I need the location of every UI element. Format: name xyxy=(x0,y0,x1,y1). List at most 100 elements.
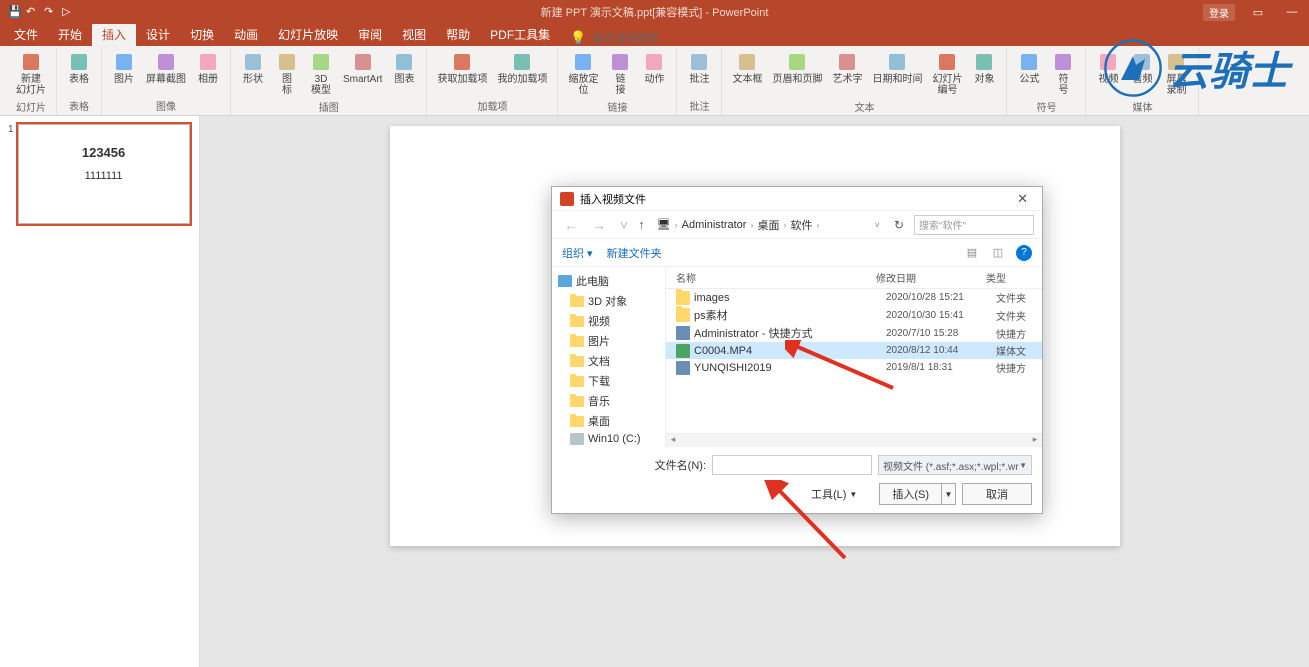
ribbon-button[interactable]: 艺术字 xyxy=(828,50,866,87)
ribbon-button[interactable]: SmartArt xyxy=(339,50,386,87)
help-icon[interactable]: ? xyxy=(1016,245,1032,261)
scroll-right-icon[interactable]: ▸ xyxy=(1028,434,1042,448)
ribbon-button[interactable]: 动作 xyxy=(638,50,670,87)
ribbon-button[interactable]: 页眉和页脚 xyxy=(768,50,826,87)
tab-transitions[interactable]: 切换 xyxy=(180,23,224,46)
file-date: 2020/10/30 15:41 xyxy=(886,310,996,321)
recent-dropdown-icon[interactable]: ˅ xyxy=(616,217,632,233)
tab-help[interactable]: 帮助 xyxy=(436,23,480,46)
ribbon-button[interactable]: 我的加载项 xyxy=(493,50,551,87)
ribbon-button[interactable]: 获取加载项 xyxy=(433,50,491,87)
insert-dropdown-icon[interactable]: ▼ xyxy=(942,483,956,505)
breadcrumb-dropdown-icon[interactable]: ˅ xyxy=(875,220,884,230)
file-row[interactable]: ps素材2020/10/30 15:41文件夹 xyxy=(666,306,1042,324)
tell-me-search[interactable]: 💡 操作说明搜索 xyxy=(560,30,658,46)
tree-item[interactable]: 此电脑 xyxy=(552,271,665,291)
forward-icon[interactable]: → xyxy=(588,217,610,233)
ribbon-button[interactable]: 表格 xyxy=(63,50,95,87)
cancel-button[interactable]: 取消 xyxy=(962,483,1032,505)
ribbon-icon xyxy=(452,52,472,72)
breadcrumb-seg-0[interactable]: Administrator xyxy=(682,219,747,231)
minimize-icon[interactable]: — xyxy=(1275,0,1309,24)
insert-button[interactable]: 插入(S) xyxy=(879,483,942,505)
column-date[interactable]: 修改日期 xyxy=(876,270,986,285)
ribbon-button[interactable]: 屏幕截图 xyxy=(142,50,190,87)
ribbon-button[interactable]: 日期和时间 xyxy=(868,50,926,87)
filetype-dropdown[interactable]: 视频文件 (*.asf;*.asx;*.wpl;*.wr ▼ xyxy=(878,455,1032,475)
ribbon-button[interactable]: 形状 xyxy=(237,50,269,87)
ribbon-button[interactable]: 新建幻灯片 xyxy=(12,50,50,98)
tab-file[interactable]: 文件 xyxy=(4,23,48,46)
tree-item[interactable]: 视频 xyxy=(552,311,665,331)
file-date: 2020/7/10 15:28 xyxy=(886,328,996,339)
tab-insert[interactable]: 插入 xyxy=(92,23,136,46)
ribbon-display-options-icon[interactable]: ▭ xyxy=(1241,0,1275,24)
ribbon-button[interactable]: 文本框 xyxy=(728,50,766,87)
ribbon-group-幻灯片: 新建幻灯片幻灯片 xyxy=(6,48,57,115)
ribbon-button-label: 形状 xyxy=(243,74,263,85)
redo-icon[interactable]: ↷ xyxy=(44,5,58,19)
ribbon-button[interactable]: 相册 xyxy=(192,50,224,87)
new-folder-button[interactable]: 新建文件夹 xyxy=(607,245,662,261)
column-name[interactable]: 名称 xyxy=(666,270,876,285)
ribbon-button[interactable]: 图表 xyxy=(388,50,420,87)
slide-number: 1 xyxy=(8,124,14,224)
filename-input[interactable] xyxy=(712,455,872,475)
save-icon[interactable]: 💾 xyxy=(8,5,22,19)
file-row[interactable]: C0004.MP42020/8/12 10:44媒体文 xyxy=(666,342,1042,359)
login-button[interactable]: 登录 xyxy=(1203,4,1235,21)
ribbon-button[interactable]: 对象 xyxy=(968,50,1000,87)
file-row[interactable]: YUNQISHI20192019/8/1 18:31快捷方 xyxy=(666,359,1042,376)
ribbon-button[interactable]: 批注 xyxy=(683,50,715,87)
breadcrumb-seg-1[interactable]: 桌面 xyxy=(757,217,779,233)
tree-item[interactable]: 3D 对象 xyxy=(552,291,665,311)
tree-item[interactable]: 图片 xyxy=(552,331,665,351)
tab-animations[interactable]: 动画 xyxy=(224,23,268,46)
folder-tree: 此电脑3D 对象视频图片文档下载音乐桌面Win10 (C:) xyxy=(552,267,666,447)
preview-pane-icon[interactable]: ◫ xyxy=(990,245,1006,261)
tab-slideshow[interactable]: 幻灯片放映 xyxy=(268,23,348,46)
close-icon[interactable]: ✕ xyxy=(1011,189,1034,209)
breadcrumb-seg-2[interactable]: 软件 xyxy=(790,217,812,233)
tab-review[interactable]: 审阅 xyxy=(348,23,392,46)
ribbon-button[interactable]: 幻灯片编号 xyxy=(928,50,966,98)
ribbon-button[interactable]: 图片 xyxy=(108,50,140,87)
tab-view[interactable]: 视图 xyxy=(392,23,436,46)
slide-thumbnail-panel: 1 123456 1111111 xyxy=(0,116,200,667)
ribbon-button[interactable]: 图标 xyxy=(271,50,303,98)
tab-design[interactable]: 设计 xyxy=(136,23,180,46)
tree-item[interactable]: 下载 xyxy=(552,371,665,391)
start-from-beginning-icon[interactable]: ▷ xyxy=(62,5,76,19)
ribbon-button[interactable]: 3D模型 xyxy=(305,50,337,98)
file-row[interactable]: images2020/10/28 15:21文件夹 xyxy=(666,289,1042,306)
column-type[interactable]: 类型 xyxy=(986,270,1042,285)
ribbon-icon xyxy=(277,52,297,72)
undo-icon[interactable]: ↶ xyxy=(26,5,40,19)
tree-item[interactable]: Win10 (C:) xyxy=(552,431,665,447)
ribbon-button[interactable]: 符号 xyxy=(1047,50,1079,98)
tree-item[interactable]: 桌面 xyxy=(552,411,665,431)
ribbon-button[interactable]: 公式 xyxy=(1013,50,1045,87)
organize-button[interactable]: 组织 ▾ xyxy=(562,245,593,261)
tab-home[interactable]: 开始 xyxy=(48,23,92,46)
up-icon[interactable]: ↑ xyxy=(638,217,645,232)
refresh-icon[interactable]: ↻ xyxy=(890,218,908,232)
view-options-icon[interactable]: ▤ xyxy=(964,245,980,261)
file-row[interactable]: Administrator - 快捷方式2020/7/10 15:28快捷方 xyxy=(666,324,1042,342)
tab-pdf-tools[interactable]: PDF工具集 xyxy=(480,23,560,46)
ribbon-icon xyxy=(198,52,218,72)
tree-item[interactable]: 文档 xyxy=(552,351,665,371)
search-input[interactable]: 搜索"软件" xyxy=(914,215,1034,235)
watermark: 云骑士 xyxy=(1103,38,1289,98)
ribbon-button[interactable]: 链接 xyxy=(604,50,636,98)
tree-item[interactable]: 音乐 xyxy=(552,391,665,411)
tools-dropdown[interactable]: 工具(L)▼ xyxy=(811,486,857,502)
scroll-left-icon[interactable]: ◂ xyxy=(666,434,680,448)
horizontal-scrollbar[interactable]: ◂ ▸ xyxy=(666,433,1042,447)
breadcrumb[interactable]: 🖥 › Administrator › 桌面 › 软件 › ˅ xyxy=(651,217,884,233)
ribbon-group-label: 表格 xyxy=(69,97,89,113)
slide-thumbnail-1[interactable]: 1 123456 1111111 xyxy=(8,124,191,224)
back-icon[interactable]: ← xyxy=(560,217,582,233)
ribbon-button[interactable]: 缩放定位 xyxy=(564,50,602,98)
ribbon-group-图像: 图片屏幕截图相册图像 xyxy=(102,48,231,115)
